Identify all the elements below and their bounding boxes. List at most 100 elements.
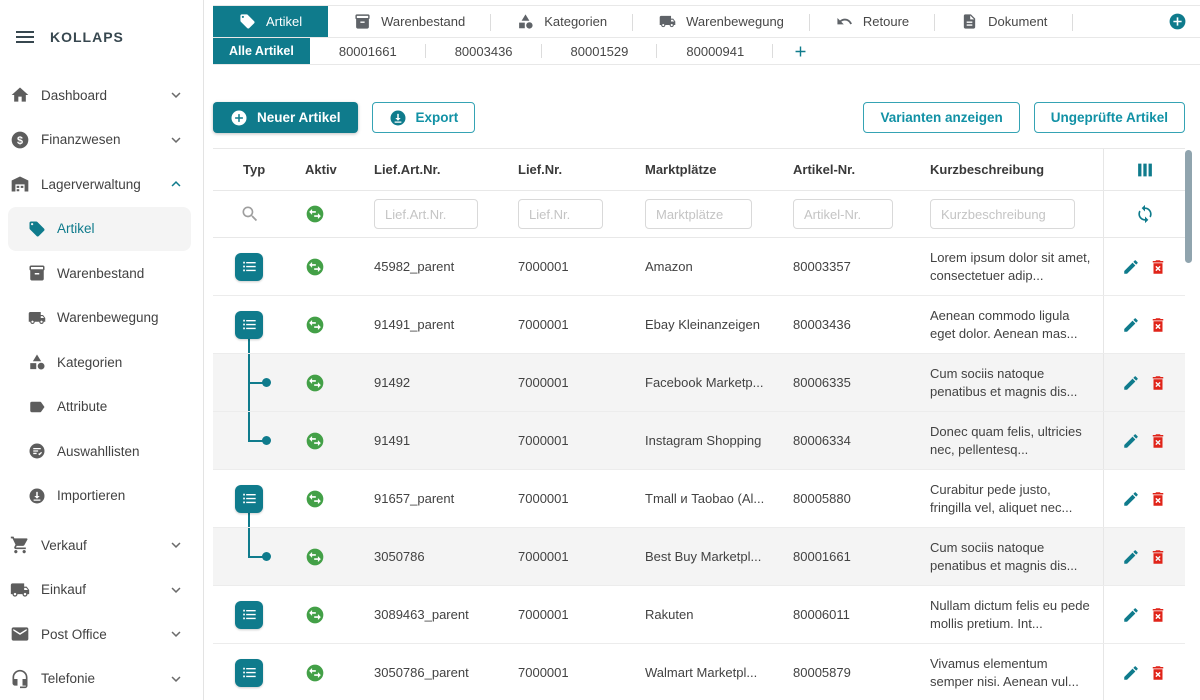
swap-circle-icon[interactable] (305, 547, 325, 567)
export-button[interactable]: Export (372, 102, 476, 133)
tab-warenbewegung[interactable]: Warenbewegung (633, 6, 810, 37)
sidebar-item-label: Verkauf (41, 538, 87, 553)
filter-input-lief-art-nr[interactable] (374, 199, 478, 229)
trash-x-icon[interactable] (1149, 548, 1167, 566)
artikel-nr-cell: 80003357 (769, 238, 906, 295)
swap-circle-icon[interactable] (305, 431, 325, 451)
artikel-nr-cell: 80006334 (769, 412, 906, 469)
parent-article-icon[interactable] (235, 601, 263, 629)
swap-circle-icon[interactable] (305, 373, 325, 393)
tab-artikel[interactable]: Artikel (213, 6, 328, 37)
table-body: 45982_parent7000001Amazon80003357Lorem i… (213, 238, 1185, 700)
add-module-tab-button[interactable] (1168, 12, 1187, 31)
kurzbeschreibung-cell: Lorem ipsum dolor sit amet, consectetuer… (906, 238, 1103, 295)
filter-input-marktpl-tze[interactable] (645, 199, 752, 229)
sidebar-item-warenbewegung[interactable]: Warenbewegung (8, 296, 191, 341)
sync-icon[interactable] (1135, 204, 1155, 224)
pencil-icon[interactable] (1122, 606, 1140, 624)
trash-x-icon[interactable] (1149, 664, 1167, 682)
sidebar-item-post-office[interactable]: Post Office (8, 612, 191, 657)
subtab-80000941[interactable]: 80000941 (657, 38, 773, 64)
menu-icon[interactable] (13, 25, 37, 49)
columns-icon[interactable] (1134, 159, 1156, 181)
sidebar-item-kategorien[interactable]: Kategorien (8, 340, 191, 385)
parent-article-icon[interactable] (235, 659, 263, 687)
table-row[interactable]: 3089463_parent7000001Rakuten80006011Null… (213, 586, 1185, 644)
trash-x-icon[interactable] (1149, 432, 1167, 450)
trash-x-icon[interactable] (1149, 316, 1167, 334)
swap-circle-icon[interactable] (305, 315, 325, 335)
tab-label: Warenbewegung (686, 14, 784, 29)
lief-art-nr-cell: 91657_parent (349, 470, 494, 527)
tab-retoure[interactable]: Retoure (810, 6, 935, 37)
subtab-80001661[interactable]: 80001661 (310, 38, 426, 64)
sidebar-item-einkauf[interactable]: Einkauf (8, 568, 191, 613)
pencil-icon[interactable] (1122, 316, 1140, 334)
swap-circle-icon[interactable] (305, 605, 325, 625)
trash-x-icon[interactable] (1149, 606, 1167, 624)
tab-dokument[interactable]: Dokument (935, 6, 1073, 37)
sidebar-item-verkauf[interactable]: Verkauf (8, 523, 191, 568)
pencil-icon[interactable] (1122, 258, 1140, 276)
tree-node-dot (262, 378, 271, 387)
unchecked-articles-button[interactable]: Ungeprüfte Artikel (1034, 102, 1185, 133)
table-row[interactable]: 30507867000001Best Buy Marketpl...800016… (213, 528, 1185, 586)
swap-circle-icon[interactable] (305, 489, 325, 509)
tab-warenbestand[interactable]: Warenbestand (328, 6, 491, 37)
sidebar-item-warenbestand[interactable]: Warenbestand (8, 251, 191, 296)
add-article-tab-button[interactable] (792, 43, 809, 60)
table-row[interactable]: 3050786_parent7000001Walmart Marketpl...… (213, 644, 1185, 700)
aktiv-cell (277, 238, 349, 295)
parent-article-icon[interactable] (235, 311, 263, 339)
subtab-80001529[interactable]: 80001529 (542, 38, 658, 64)
sidebar-item-importieren[interactable]: Importieren (8, 474, 191, 519)
sidebar-item-lagerverwaltung[interactable]: Lagerverwaltung (8, 162, 191, 207)
show-variants-button[interactable]: Varianten anzeigen (863, 102, 1019, 133)
sidebar-item-finanzwesen[interactable]: $Finanzwesen (8, 118, 191, 163)
parent-article-icon[interactable] (235, 485, 263, 513)
table-row[interactable]: 914927000001Facebook Marketp...80006335C… (213, 354, 1185, 412)
pencil-icon[interactable] (1122, 548, 1140, 566)
filter-input-kurzbeschreibung[interactable] (930, 199, 1075, 229)
pencil-icon[interactable] (1122, 664, 1140, 682)
parent-article-icon[interactable] (235, 253, 263, 281)
aktiv-cell (277, 586, 349, 643)
subtab-80003436[interactable]: 80003436 (426, 38, 542, 64)
pencil-icon[interactable] (1122, 490, 1140, 508)
swap-circle-icon[interactable] (305, 204, 325, 224)
sidebar-item-artikel[interactable]: Artikel (8, 207, 191, 252)
table-row[interactable]: 91657_parent7000001Tmall и Taobao (Al...… (213, 470, 1185, 528)
sidebar-item-attribute[interactable]: Attribute (8, 385, 191, 430)
filter-input-lief-nr[interactable] (518, 199, 603, 229)
subtab-alle-artikel[interactable]: Alle Artikel (213, 38, 310, 64)
subtab-label: 80001661 (339, 44, 397, 59)
tree-line (248, 354, 250, 383)
kurzbeschreibung-cell: Cum sociis natoque penatibus et magnis d… (906, 528, 1103, 585)
sidebar-item-dashboard[interactable]: Dashboard (8, 73, 191, 118)
swap-circle-icon[interactable] (305, 257, 325, 277)
filter-cell (494, 191, 621, 237)
sidebar-item-auswahllisten[interactable]: Auswahllisten (8, 429, 191, 474)
table-row[interactable]: 45982_parent7000001Amazon80003357Lorem i… (213, 238, 1185, 296)
table-row[interactable]: 914917000001Instagram Shopping80006334Do… (213, 412, 1185, 470)
marktplatz-cell: Ebay Kleinanzeigen (621, 296, 769, 353)
filter-input-artikel-nr[interactable] (793, 199, 893, 229)
sidebar-item-telefonie[interactable]: Telefonie (8, 657, 191, 700)
filter-aktiv-cell (277, 191, 349, 237)
aktiv-cell (277, 528, 349, 585)
column-header-kurzbeschreibung: Kurzbeschreibung (906, 149, 1103, 190)
scrollbar[interactable] (1185, 150, 1192, 263)
lief-art-nr-cell: 3089463_parent (349, 586, 494, 643)
tree-line (248, 528, 250, 557)
trash-x-icon[interactable] (1149, 258, 1167, 276)
new-article-button[interactable]: Neuer Artikel (213, 102, 358, 133)
main-area: ArtikelWarenbestandKategorien Warenbewegu… (204, 0, 1200, 700)
tab-kategorien[interactable]: Kategorien (491, 6, 633, 37)
pencil-icon[interactable] (1122, 374, 1140, 392)
swap-circle-icon[interactable] (305, 663, 325, 683)
trash-x-icon[interactable] (1149, 490, 1167, 508)
trash-x-icon[interactable] (1149, 374, 1167, 392)
table-row[interactable]: 91491_parent7000001Ebay Kleinanzeigen800… (213, 296, 1185, 354)
pencil-icon[interactable] (1122, 432, 1140, 450)
tree-line (248, 412, 250, 441)
